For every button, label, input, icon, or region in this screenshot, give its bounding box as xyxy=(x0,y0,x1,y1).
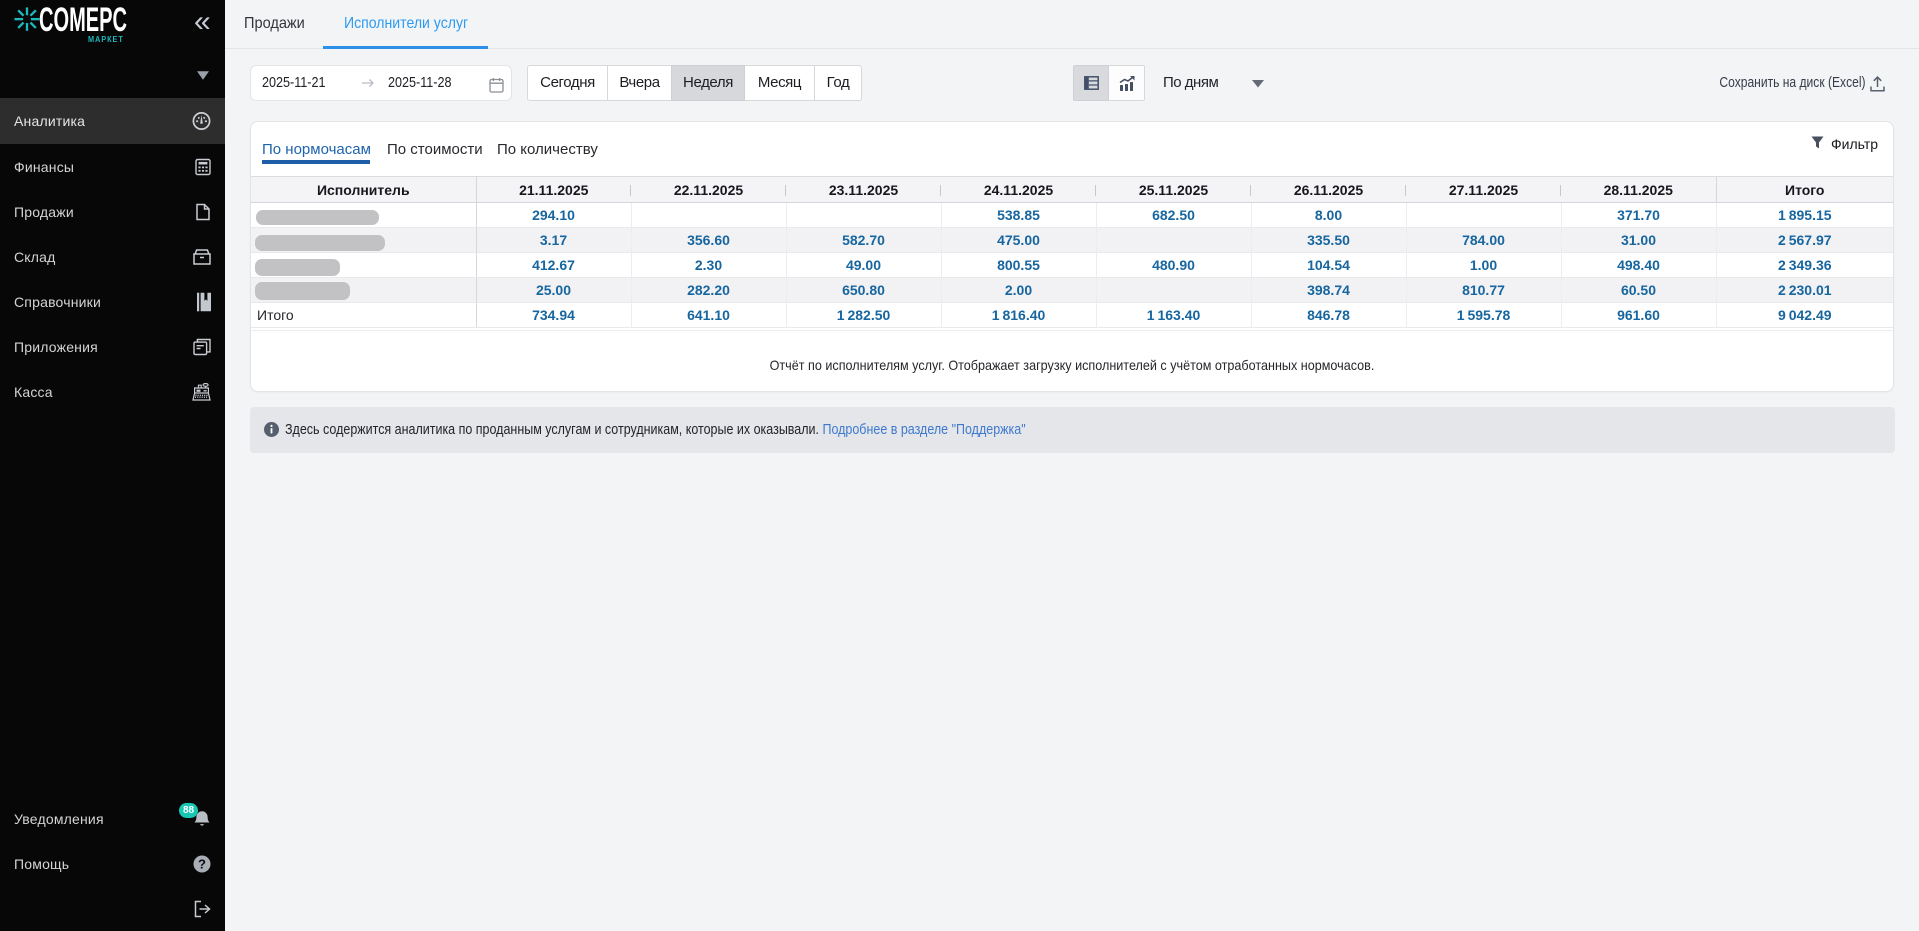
svg-text:?: ? xyxy=(198,856,206,871)
